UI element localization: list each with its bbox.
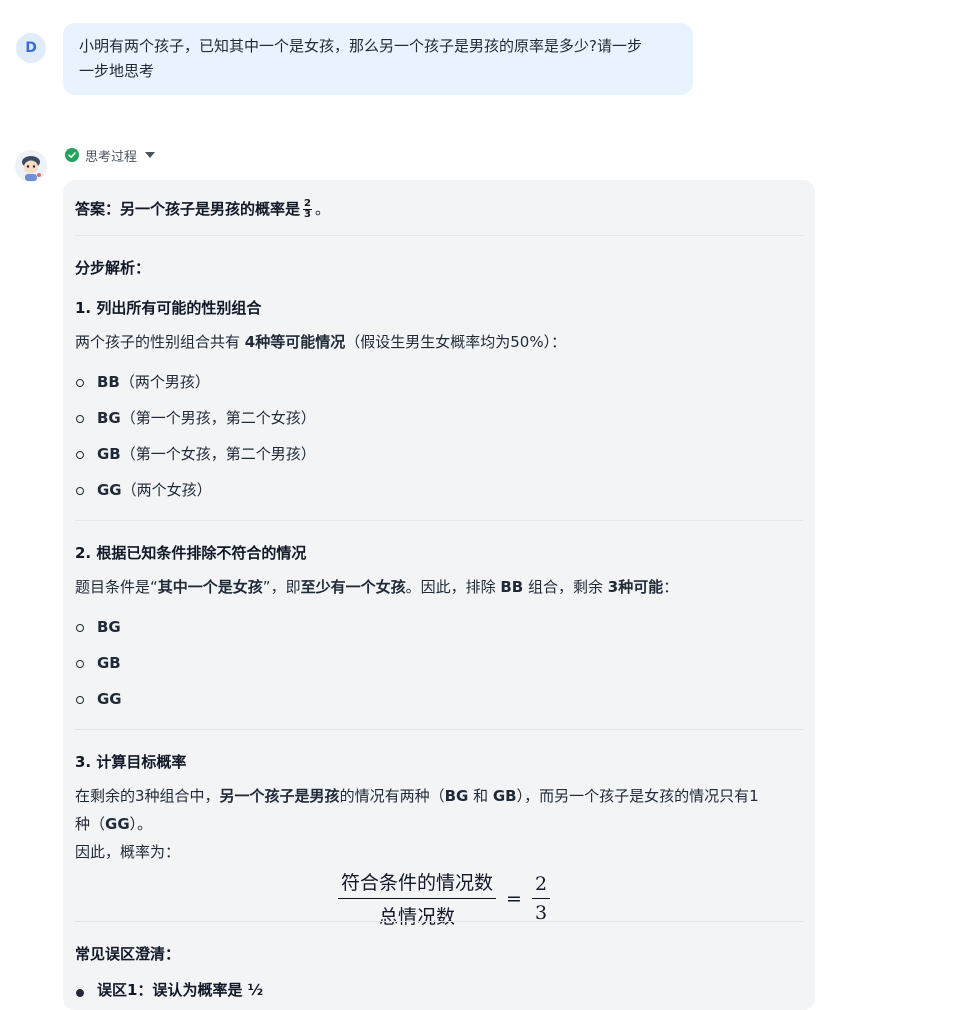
formula-result: 2 3 — [531, 873, 551, 924]
step1-intro-b: 4种等可能情况 — [244, 333, 346, 351]
step3-text-b: 另一个孩子是男孩 — [219, 787, 340, 805]
combo-code: BG — [97, 618, 121, 636]
probability-formula: 符合条件的情况数 总情况数 = 2 3 — [338, 868, 551, 929]
bullet-icon — [76, 379, 84, 387]
step3-text-i: GG — [105, 815, 130, 833]
step1-title: 1. 列出所有可能的性别组合 — [75, 299, 262, 317]
user-avatar-letter: D — [25, 40, 37, 56]
assistant-avatar-icon — [15, 150, 47, 182]
thinking-process-label: 思考过程 — [85, 149, 138, 165]
step2-text-b: 其中一个是女孩 — [157, 578, 263, 596]
misconceptions-title: 常见误区澄清： — [75, 945, 181, 963]
misconception-item: 误区1：误认为概率是 ½ — [97, 981, 264, 999]
step3-title: 3. 计算目标概率 — [75, 753, 187, 771]
step1-intro-a: 两个孩子的性别组合共有 — [75, 333, 245, 351]
step-analysis-heading: 分步解析： — [75, 259, 151, 277]
answer-summary: 答案：另一个孩子是男孩的概率是 2 3。 — [75, 199, 330, 220]
list-item: GB — [97, 653, 121, 673]
step3-text-d: BG — [444, 787, 469, 805]
combo-desc: （两个女孩） — [121, 481, 212, 499]
combo-desc: （第一个男孩，第二个女孩） — [120, 409, 316, 427]
list-item: BG（第一个男孩，第二个女孩） — [97, 408, 316, 428]
step2-text-f: BB — [500, 578, 524, 596]
step3-text-e: 和 — [468, 787, 493, 805]
assistant-avatar — [15, 150, 47, 182]
step3-text-h: 种（ — [75, 815, 106, 833]
combo-code: GG — [97, 690, 122, 708]
answer-fraction-denominator: 3 — [304, 209, 311, 220]
user-message-bubble: 小明有两个孩子，已知其中一个是女孩，那么另一个孩子是男孩的原率是多少?请一步 一… — [63, 23, 693, 95]
divider — [75, 729, 803, 730]
bullet-icon — [76, 660, 84, 668]
step2-title: 2. 根据已知条件排除不符合的情况 — [75, 544, 307, 562]
divider — [75, 520, 803, 521]
user-question-line-2: 一步地思考 — [79, 62, 155, 80]
combo-code: GB — [97, 445, 121, 463]
combo-desc: （第一个女孩，第二个男孩） — [120, 445, 316, 463]
step3-text-f: GB — [492, 787, 517, 805]
assistant-answer-card: 答案：另一个孩子是男孩的概率是 2 3。 分步解析： 1. 列出所有可能的性别组合 … — [63, 180, 815, 1010]
formula-denominator: 总情况数 — [379, 906, 456, 928]
step2-text-a: 题目条件是“ — [75, 578, 158, 596]
bullet-icon — [76, 451, 84, 459]
step2-paragraph: 题目条件是“其中一个是女孩”，即至少有一个女孩。因此，排除 BB 组合，剩余 3… — [75, 577, 678, 597]
bullet-icon — [76, 696, 84, 704]
combo-code: GG — [97, 481, 122, 499]
formula-fraction: 符合条件的情况数 总情况数 — [338, 868, 497, 929]
list-item: GG — [97, 689, 122, 709]
thinking-process-toggle[interactable]: 思考过程 — [65, 145, 156, 165]
formula-result-numerator: 2 — [531, 873, 551, 899]
formula-equals: = — [506, 887, 522, 910]
bullet-icon — [76, 989, 84, 997]
list-item: BB（两个男孩） — [97, 372, 210, 392]
combo-desc: （两个男孩） — [119, 373, 210, 391]
check-circle-icon — [65, 148, 79, 162]
list-item: GG（两个女孩） — [97, 480, 212, 500]
step1-intro: 两个孩子的性别组合共有 4种等可能情况（假设生男生女概率均为50%）： — [75, 332, 566, 352]
list-item: GB（第一个女孩，第二个男孩） — [97, 444, 316, 464]
divider — [75, 921, 803, 922]
user-avatar: D — [16, 33, 46, 63]
formula-numerator: 符合条件的情况数 — [338, 868, 497, 899]
user-question-line-1: 小明有两个孩子，已知其中一个是女孩，那么另一个孩子是男孩的原率是多少?请一步 — [79, 37, 642, 55]
answer-summary-suffix: 。 — [314, 200, 330, 218]
step3-text-g: ），而另一个孩子是女孩的情况只有1 — [516, 787, 759, 805]
step3-text-j: ）。 — [129, 815, 153, 833]
step1-intro-c: （假设生男生女概率均为50%）： — [345, 333, 567, 351]
step3-text-c: 的情况有两种（ — [339, 787, 445, 805]
step2-text-c: ”，即 — [262, 578, 301, 596]
bullet-icon — [76, 487, 84, 495]
answer-fraction: 23 — [303, 199, 312, 220]
answer-summary-text: 答案：另一个孩子是男孩的概率是 — [75, 200, 301, 218]
list-item: BG — [97, 617, 121, 637]
step2-text-d: 至少有一个女孩 — [300, 578, 406, 596]
bullet-icon — [76, 624, 84, 632]
step2-text-g: 组合，剩余 — [523, 578, 608, 596]
step3-text-a: 在剩余的3种组合中， — [75, 787, 220, 805]
divider — [75, 235, 803, 236]
step2-text-e: 。因此，排除 — [405, 578, 501, 596]
caret-down-icon — [145, 152, 156, 158]
step2-text-i: ： — [663, 578, 679, 596]
step3-paragraph-line1: 在剩余的3种组合中，另一个孩子是男孩的情况有两种（BG 和 GB），而另一个孩子… — [75, 786, 759, 806]
step3-paragraph-line2: 种（GG）。 — [75, 814, 152, 834]
step3-therefore: 因此，概率为： — [75, 843, 181, 861]
bullet-icon — [76, 415, 84, 423]
combo-code: BG — [97, 409, 121, 427]
step2-text-h: 3种可能 — [607, 578, 664, 596]
combo-code: BB — [97, 373, 120, 391]
combo-code: GB — [97, 654, 121, 672]
